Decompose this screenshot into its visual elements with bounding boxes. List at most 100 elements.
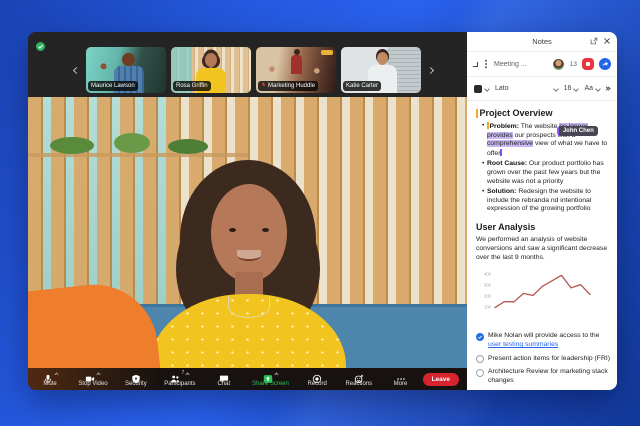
formatting-toolbar: Lato 16 Aa [467, 77, 617, 101]
bullet-label: Problem: [490, 123, 519, 130]
conversions-chart: 100200300400 [478, 267, 611, 328]
chevron-up-icon[interactable] [274, 372, 278, 376]
share-note-button[interactable] [599, 58, 611, 70]
notes-panel: Notes Meeting ... 13 [467, 32, 617, 390]
toolbar-mute-iconrow [43, 371, 58, 381]
kebab-menu-icon[interactable] [485, 63, 487, 65]
toolbar-mute-label: Mute [43, 381, 56, 388]
bullet-label: Solution: [487, 188, 516, 195]
collab-cursor-purple [500, 149, 501, 156]
toolbar-stop-video-button[interactable]: Stop Video [78, 371, 107, 388]
toolbar-items: Mute Stop Video Security 7Participants Chat S… [28, 371, 419, 388]
meeting-toolbar: Mute Stop Video Security 7Participants Chat S… [28, 368, 467, 390]
note-heading-1: Project Overview [480, 108, 553, 119]
toolbar-chat-label: Chat [218, 381, 231, 388]
back-icon[interactable] [473, 62, 478, 67]
note-doc-header: Meeting ... 13 [467, 52, 617, 77]
chevron-up-icon[interactable] [97, 372, 101, 376]
toolbar-more-label: More [394, 381, 408, 388]
toolbar-share-screen-label: Share Screen [252, 381, 289, 388]
share-arrow-icon [601, 60, 609, 68]
note-heading-2: User Analysis [476, 222, 611, 233]
note-content[interactable]: Project Overview Problem: The website no… [467, 101, 617, 390]
collaborator-avatar[interactable] [553, 59, 564, 70]
svg-text:400: 400 [484, 272, 492, 277]
strip-prev-icon[interactable] [73, 67, 80, 74]
toolbar-participants-button[interactable]: 7Participants [164, 371, 195, 388]
plant-shelf [28, 153, 248, 157]
encryption-shield-icon [36, 42, 45, 51]
bullet-text: The website [519, 123, 559, 130]
thumbnail-rosa-griffin[interactable]: Rosa Griffin [171, 47, 251, 93]
note-bullet: Root Cause: Our product portfolio has gr… [482, 160, 611, 186]
note-paragraph: We performed an analysis of website conv… [476, 236, 611, 262]
note-bullet-list: Problem: The website no longer provides … [476, 122, 611, 214]
speaker-figure [128, 160, 368, 368]
thumbnail-katie-carter[interactable]: Katie Carter [341, 47, 421, 93]
toolbar-security-button[interactable]: Security [124, 371, 148, 388]
note-bullet: Solution: Redesign the website to includ… [482, 188, 611, 214]
font-size-select[interactable]: 16 [564, 85, 579, 92]
plant [168, 139, 208, 154]
participant-name-label: Rosa Griffin [173, 81, 211, 91]
task-link[interactable]: user testing summaries [488, 341, 558, 348]
participant-name-label: Maurice Lawson [88, 81, 138, 91]
collaborator-count: 13 [570, 61, 577, 68]
font-family-select[interactable]: Lato [495, 85, 558, 92]
toolbar-record-button[interactable]: Record [305, 371, 329, 388]
note-doc-title[interactable]: Meeting ... [494, 61, 548, 68]
participant-name-label: Marketing Huddle [258, 81, 318, 91]
notes-panel-header: Notes [467, 32, 617, 52]
toolbar-security-label: Security [125, 381, 147, 388]
thumbnail-maurice-lawson[interactable]: Maurice Lawson [86, 47, 166, 93]
participant-name: Marketing Huddle [268, 82, 315, 90]
toolbar-chat-button[interactable]: Chat [212, 371, 236, 388]
plant [50, 137, 94, 154]
line-chart-svg: 100200300400 [478, 267, 596, 323]
speaker-necklace [228, 296, 270, 318]
toolbar-mute-button[interactable]: Mute [38, 371, 62, 388]
task-list: Mike Nolan will provide access to the us… [476, 332, 611, 385]
video-area: Maurice Lawson Rosa Griffin Marketing Hudd… [28, 32, 467, 390]
toolbar-participants-iconrow: 7 [170, 371, 189, 381]
toolbar-record-iconrow [312, 371, 322, 381]
toolbar-reactions-iconrow [354, 371, 364, 381]
toolbar-share-screen-button[interactable]: Share Screen [252, 371, 289, 388]
collab-cursor-orange [487, 122, 489, 129]
task-item-3: Architecture Review for marketing stack … [476, 368, 611, 385]
speaker-eye [262, 228, 269, 232]
stop-sharing-button[interactable] [582, 58, 594, 70]
thumbnail-list: Maurice Lawson Rosa Griffin Marketing Hudd… [86, 47, 421, 93]
chevron-up-icon[interactable] [186, 372, 190, 376]
toolbar-security-iconrow [131, 371, 141, 381]
strip-next-icon[interactable] [427, 67, 434, 74]
close-icon[interactable] [603, 37, 611, 45]
task-text: Architecture Review for marketing stack … [488, 368, 611, 385]
speaker-face [211, 184, 287, 282]
task-text: Present action items for leadership (FRI… [488, 355, 610, 364]
toolbar-reactions-button[interactable]: Reactions [346, 371, 373, 388]
color-swatch [474, 85, 482, 93]
task-checkbox[interactable] [476, 333, 484, 341]
speaker-smile [237, 250, 261, 261]
text-style-select[interactable]: Aa [584, 85, 600, 92]
more-formatting-icon[interactable] [606, 87, 610, 90]
popout-icon[interactable] [590, 37, 598, 45]
thumbnail-strip: Maurice Lawson Rosa Griffin Marketing Hudd… [28, 32, 467, 97]
plant [114, 133, 150, 153]
toolbar-more-button[interactable]: More [389, 371, 413, 388]
svg-text:100: 100 [484, 305, 492, 310]
text-color-picker[interactable] [474, 85, 489, 93]
font-family-value: Lato [495, 85, 509, 92]
participant-name-label: Katie Carter [343, 81, 381, 91]
task-checkbox[interactable] [476, 355, 484, 363]
task-checkbox[interactable] [476, 369, 484, 377]
text-style-value: Aa [584, 85, 593, 92]
speaker-eye [229, 228, 236, 232]
task-text: Mike Nolan will provide access to the us… [488, 332, 611, 349]
leave-button[interactable]: Leave [423, 373, 459, 386]
notes-panel-title: Notes [532, 37, 552, 46]
chevron-up-icon[interactable] [54, 372, 58, 376]
thumbnail-marketing-huddle[interactable]: Marketing Huddle [256, 47, 336, 93]
toolbar-share-screen-iconrow [263, 371, 278, 381]
